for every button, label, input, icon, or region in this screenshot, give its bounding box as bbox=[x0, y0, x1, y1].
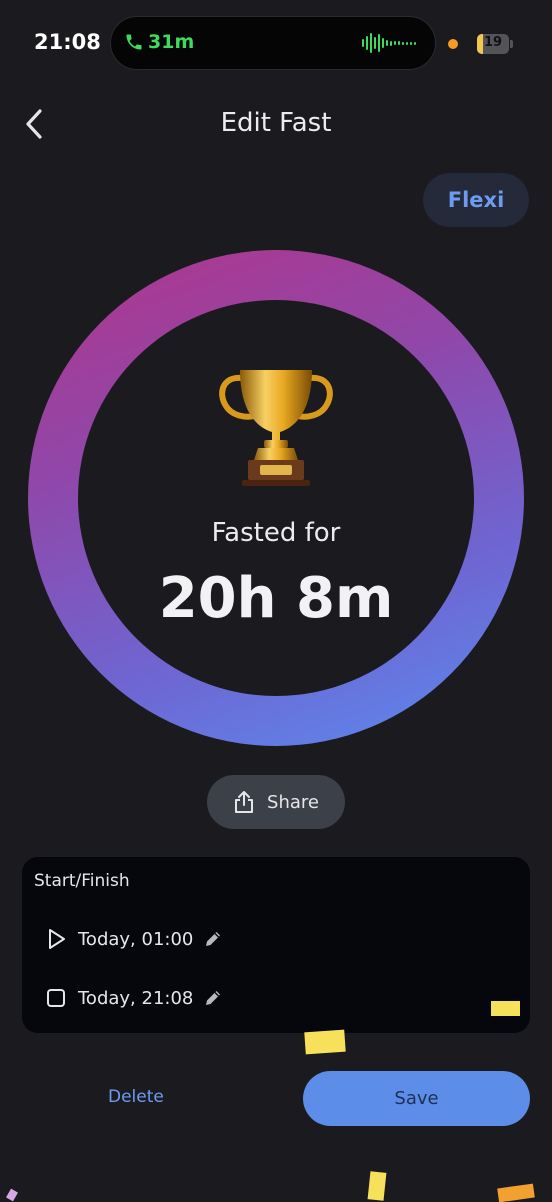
progress-ring bbox=[28, 250, 524, 746]
fasted-duration: 20h 8m bbox=[158, 566, 394, 631]
call-duration: 31m bbox=[148, 31, 195, 53]
phone-icon bbox=[126, 34, 142, 50]
save-button[interactable]: Save bbox=[303, 1071, 530, 1126]
status-time: 21:08 bbox=[34, 30, 101, 54]
battery-cap bbox=[510, 40, 513, 48]
fasted-label: Fasted for bbox=[211, 518, 341, 548]
battery-icon: 19 bbox=[477, 34, 509, 54]
delete-button[interactable]: Delete bbox=[108, 1087, 164, 1107]
confetti-piece bbox=[491, 1001, 520, 1016]
audio-waveform-icon bbox=[362, 33, 420, 53]
flexi-mode-button[interactable]: Flexi bbox=[423, 173, 529, 227]
start-time-row[interactable]: Today, 01:00 bbox=[44, 923, 223, 955]
page-title: Edit Fast bbox=[220, 108, 332, 138]
privacy-indicator-dot bbox=[448, 39, 458, 49]
pencil-icon[interactable] bbox=[203, 929, 223, 949]
stop-square-icon bbox=[47, 989, 65, 1007]
share-label: Share bbox=[267, 791, 319, 813]
pencil-icon[interactable] bbox=[203, 988, 223, 1008]
confetti-piece bbox=[6, 1188, 18, 1202]
progress-ring-inner bbox=[78, 300, 474, 696]
battery-level: 19 bbox=[483, 35, 503, 50]
share-button[interactable]: Share bbox=[207, 775, 345, 829]
confetti-piece bbox=[497, 1183, 535, 1202]
finish-time-row[interactable]: Today, 21:08 bbox=[44, 982, 223, 1014]
start-time-value: Today, 01:00 bbox=[78, 928, 194, 950]
trophy-icon bbox=[219, 370, 333, 486]
start-finish-title: Start/Finish bbox=[34, 871, 130, 891]
share-icon bbox=[235, 791, 254, 813]
finish-time-value: Today, 21:08 bbox=[78, 987, 194, 1009]
confetti-piece bbox=[304, 1029, 346, 1055]
play-icon bbox=[49, 929, 65, 949]
confetti-piece bbox=[367, 1171, 387, 1201]
